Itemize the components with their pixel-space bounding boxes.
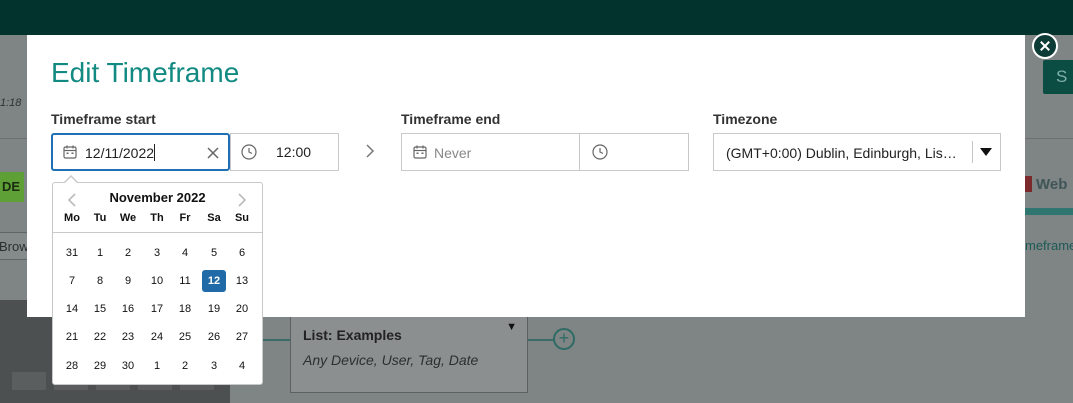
calendar-day[interactable]: 29 bbox=[88, 355, 112, 377]
calendar-day-selected[interactable]: 12 bbox=[202, 270, 226, 292]
calendar-day[interactable]: 4 bbox=[173, 242, 197, 264]
calendar-day[interactable]: 23 bbox=[116, 326, 140, 348]
background-time-fragment: 1:18 bbox=[0, 97, 22, 109]
calendar-day[interactable]: 20 bbox=[230, 298, 254, 320]
timezone-label: Timezone bbox=[713, 111, 778, 127]
add-node-icon: + bbox=[553, 328, 575, 350]
clock-icon bbox=[241, 144, 257, 160]
clear-icon[interactable] bbox=[206, 146, 220, 160]
weekday-label: Su bbox=[234, 212, 250, 224]
calendar-day[interactable]: 30 bbox=[116, 355, 140, 377]
calendar-day[interactable]: 7 bbox=[60, 270, 84, 292]
weekday-label: Th bbox=[150, 212, 164, 224]
timezone-selected-value: (GMT+0:00) Dublin, Edinburgh, Lis… bbox=[726, 145, 957, 161]
chevron-right-icon[interactable] bbox=[237, 193, 247, 207]
weekday-label: We bbox=[119, 212, 137, 224]
weekday-label: Mo bbox=[64, 212, 80, 224]
calendar-day[interactable]: 21 bbox=[60, 326, 84, 348]
calendar-icon bbox=[413, 145, 427, 159]
datepicker-header: November 2022 Mo Tu We Th Fr Sa Su bbox=[53, 183, 262, 233]
calendar-day[interactable]: 19 bbox=[202, 298, 226, 320]
datepicker-month-label: November 2022 bbox=[109, 190, 206, 205]
calendar-day[interactable]: 8 bbox=[88, 270, 112, 292]
calendar-day[interactable]: 24 bbox=[145, 326, 169, 348]
background-connector bbox=[528, 339, 553, 341]
calendar-day[interactable]: 1 bbox=[145, 355, 169, 377]
background-web-label: Web bbox=[1036, 176, 1068, 193]
datepicker-popup: November 2022 Mo Tu We Th Fr Sa Su 31 1 2 3 4 5 6 7 8 9… bbox=[52, 182, 263, 385]
app-top-bar bbox=[0, 0, 1073, 35]
calendar-day[interactable]: 26 bbox=[202, 326, 226, 348]
weekday-label: Tu bbox=[93, 212, 107, 224]
calendar-day[interactable]: 17 bbox=[145, 298, 169, 320]
calendar-day[interactable]: 13 bbox=[230, 270, 254, 292]
start-time-value: 12:00 bbox=[276, 144, 312, 160]
calendar-day[interactable]: 4 bbox=[230, 355, 254, 377]
background-tile bbox=[12, 372, 46, 390]
caret-down-icon bbox=[980, 148, 992, 156]
background-web-item: Web bbox=[1020, 176, 1067, 193]
calendar-day[interactable]: 3 bbox=[202, 355, 226, 377]
background-list-node: List: Examples ▼ Any Device, User, Tag, … bbox=[290, 317, 528, 393]
timeframe-start-label: Timeframe start bbox=[51, 111, 156, 127]
clock-icon bbox=[592, 144, 608, 160]
calendar-day[interactable]: 18 bbox=[173, 298, 197, 320]
start-date-input[interactable]: 12/11/2022 bbox=[51, 133, 230, 171]
modal-title: Edit Timeframe bbox=[51, 57, 240, 88]
chevron-right-icon bbox=[366, 144, 375, 158]
calendar-day[interactable]: 22 bbox=[88, 326, 112, 348]
timezone-select-divider bbox=[972, 141, 973, 163]
calendar-day[interactable]: 14 bbox=[60, 298, 84, 320]
calendar-day[interactable]: 6 bbox=[230, 242, 254, 264]
node-subtitle: Any Device, User, Tag, Date bbox=[303, 352, 479, 368]
node-title: List: Examples bbox=[303, 327, 402, 343]
caret-down-icon: ▼ bbox=[506, 321, 517, 333]
calendar-day[interactable]: 31 bbox=[60, 242, 84, 264]
background-tab-indicator bbox=[1025, 208, 1073, 215]
calendar-day[interactable]: 16 bbox=[116, 298, 140, 320]
calendar-day[interactable]: 1 bbox=[88, 242, 112, 264]
calendar-day[interactable]: 2 bbox=[173, 355, 197, 377]
calendar-day[interactable]: 5 bbox=[202, 242, 226, 264]
calendar-day[interactable]: 3 bbox=[145, 242, 169, 264]
start-time-input[interactable]: 12:00 bbox=[230, 133, 339, 171]
background-right-button: S bbox=[1043, 60, 1073, 94]
text-cursor bbox=[154, 144, 155, 161]
calendar-day[interactable]: 15 bbox=[88, 298, 112, 320]
background-timeframe-link: meframe bbox=[1025, 238, 1073, 253]
calendar-day[interactable]: 28 bbox=[60, 355, 84, 377]
calendar-day[interactable]: 9 bbox=[116, 270, 140, 292]
weekday-label: Fr bbox=[179, 212, 191, 224]
calendar-day[interactable]: 27 bbox=[230, 326, 254, 348]
datepicker-pointer-inner bbox=[65, 177, 77, 183]
end-date-placeholder: Never bbox=[434, 145, 472, 161]
calendar-day[interactable]: 25 bbox=[173, 326, 197, 348]
timeframe-end-label: Timeframe end bbox=[401, 111, 501, 127]
end-time-input[interactable] bbox=[579, 133, 689, 171]
calendar-day[interactable]: 2 bbox=[116, 242, 140, 264]
timezone-select[interactable]: (GMT+0:00) Dublin, Edinburgh, Lis… bbox=[713, 133, 1001, 171]
weekday-label: Sa bbox=[207, 212, 221, 224]
calendar-day[interactable]: 10 bbox=[145, 270, 169, 292]
close-modal-button[interactable] bbox=[1032, 33, 1058, 59]
calendar-icon bbox=[63, 145, 77, 159]
background-connector bbox=[262, 339, 290, 341]
calendar-day[interactable]: 11 bbox=[173, 270, 197, 292]
end-date-input[interactable]: Never bbox=[401, 133, 580, 171]
start-date-value: 12/11/2022 bbox=[85, 145, 155, 161]
background-chip: DE bbox=[0, 172, 24, 202]
